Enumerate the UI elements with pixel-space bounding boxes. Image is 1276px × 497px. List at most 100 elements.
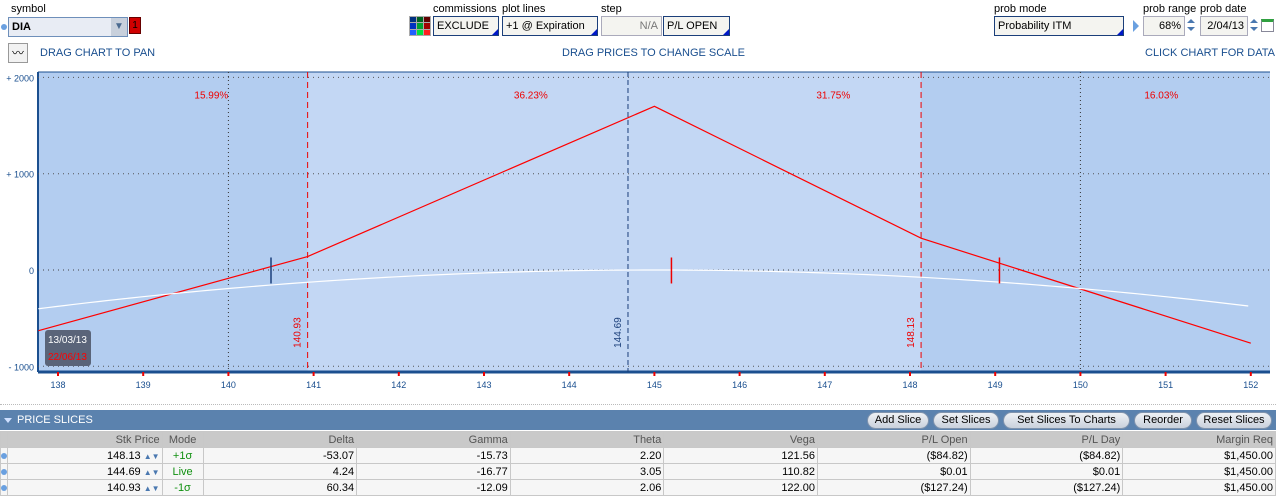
commissions-select[interactable]: EXCLUDE <box>433 16 499 36</box>
set-slices-to-charts-button[interactable]: Set Slices To Charts <box>1003 412 1130 429</box>
x-tick-label: 148 <box>902 380 917 390</box>
table-row[interactable]: 144.69 ▲▼ Live 4.24 -16.77 3.05 110.82 $0.01 $0… <box>0 463 1276 480</box>
play-arrow-icon[interactable] <box>1133 20 1139 32</box>
cell-pl-open: $0.01 <box>816 463 971 480</box>
stk-price-stepper[interactable]: ▲▼ <box>144 468 160 477</box>
cell-delta: -53.07 <box>202 447 358 464</box>
stk-price[interactable]: 144.69 <box>107 466 141 478</box>
add-slice-button[interactable]: Add Slice <box>867 412 929 429</box>
cell-margin-req: $1,450.00 <box>1122 479 1276 496</box>
cell-pl-day: $0.01 <box>969 463 1124 480</box>
price-slices-table: Stk Price Mode Delta Gamma Theta Vega P/… <box>0 431 1276 496</box>
col-stk-price[interactable]: Stk Price <box>7 431 163 448</box>
col-margin-req[interactable]: Margin Req <box>1122 431 1276 448</box>
cell-mode: Live <box>161 463 204 480</box>
cell-pl-open: ($84.82) <box>816 447 971 464</box>
commissions-label: commissions <box>433 3 497 15</box>
col-theta[interactable]: Theta <box>509 431 665 448</box>
x-tick-label: 147 <box>817 380 832 390</box>
calendar-icon[interactable] <box>1261 19 1274 32</box>
plot-lines-select[interactable]: +1 @ Expiration <box>502 16 598 36</box>
data-hint: CLICK CHART FOR DATA <box>1145 47 1275 59</box>
cell-delta: 60.34 <box>202 479 358 496</box>
cell-vega: 110.82 <box>663 463 818 480</box>
x-tick-label: 146 <box>732 380 747 390</box>
cell-margin-req: $1,450.00 <box>1122 463 1276 480</box>
pl-mode-select[interactable]: P/L OPEN <box>663 16 730 36</box>
col-pl-open[interactable]: P/L Open <box>816 431 971 448</box>
stk-price-stepper[interactable]: ▲▼ <box>144 452 160 461</box>
step-label: step <box>601 3 622 15</box>
probability-label: 15.99% <box>194 91 228 102</box>
prob-range-label: prob range <box>1143 3 1197 15</box>
cell-pl-day: ($127.24) <box>969 479 1124 496</box>
probability-label: 36.23% <box>514 91 548 102</box>
x-tick-label: 145 <box>647 380 662 390</box>
collapse-icon[interactable] <box>4 418 12 423</box>
probability-label: 31.75% <box>816 91 850 102</box>
col-gamma[interactable]: Gamma <box>356 431 511 448</box>
symbol-input[interactable]: DIA <box>8 17 128 37</box>
divider <box>0 404 1276 405</box>
stk-price-stepper[interactable]: ▲▼ <box>144 484 160 493</box>
cell-delta: 4.24 <box>202 463 358 480</box>
pl-chart[interactable]: + 2000 + 1000 0 - 1000 138 139 140 141 142 143 144… <box>0 68 1276 403</box>
cell-mode: -1σ <box>161 479 204 496</box>
x-tick-label: 152 <box>1243 380 1258 390</box>
x-tick-label: 151 <box>1158 380 1173 390</box>
prob-range-input[interactable]: 68% <box>1143 16 1185 36</box>
plot-lines-label: plot lines <box>502 3 546 15</box>
cell-gamma: -16.77 <box>356 463 511 480</box>
step-input[interactable]: N/A <box>601 16 662 36</box>
reset-slices-button[interactable]: Reset Slices <box>1196 412 1272 429</box>
prob-range-stepper[interactable] <box>1185 16 1196 36</box>
x-tick-label: 141 <box>306 380 321 390</box>
symbol-dropdown-icon[interactable]: ▼ <box>111 18 127 36</box>
cell-gamma: -12.09 <box>356 479 511 496</box>
prob-date-input[interactable]: 2/04/13 <box>1200 16 1248 36</box>
set-slices-button[interactable]: Set Slices <box>933 412 999 429</box>
cell-pl-day: ($84.82) <box>969 447 1124 464</box>
x-tick-label: 142 <box>391 380 406 390</box>
cell-theta: 2.20 <box>509 447 665 464</box>
chart-type-icon[interactable]: 〰 <box>8 43 28 63</box>
symbol-label: symbol <box>11 3 46 15</box>
stk-price[interactable]: 148.13 <box>107 450 141 462</box>
cell-vega: 121.56 <box>663 447 818 464</box>
date-expiration: 22/06/13 <box>48 352 87 363</box>
row-dot-icon[interactable] <box>1 484 7 491</box>
y-tick-label: 0 <box>29 266 34 276</box>
table-row[interactable]: 140.93 ▲▼ -1σ 60.34 -12.09 2.06 122.00 ($127.2… <box>0 479 1276 496</box>
prob-date-label: prob date <box>1200 3 1247 15</box>
prob-mode-select[interactable]: Probability ITM <box>994 16 1124 36</box>
col-vega[interactable]: Vega <box>663 431 818 448</box>
color-grid-icon[interactable] <box>409 16 431 36</box>
cell-gamma: -15.73 <box>356 447 511 464</box>
symbol-badge[interactable]: 1 <box>129 17 141 34</box>
probability-label: 16.03% <box>1144 91 1178 102</box>
reorder-button[interactable]: Reorder <box>1134 412 1192 429</box>
stk-price[interactable]: 140.93 <box>107 482 141 494</box>
x-tick-label: 140 <box>221 380 236 390</box>
slice-label: 140.93 <box>293 317 304 348</box>
y-tick-label: - 1000 <box>8 362 34 372</box>
y-tick-label: + 2000 <box>6 73 34 83</box>
col-pl-day[interactable]: P/L Day <box>969 431 1124 448</box>
x-tick-label: 138 <box>50 380 65 390</box>
prob-date-stepper[interactable] <box>1248 16 1259 36</box>
link-dot-icon[interactable] <box>1 24 7 30</box>
x-tick-label: 149 <box>988 380 1003 390</box>
x-tick-label: 143 <box>476 380 491 390</box>
x-tick-label: 144 <box>562 380 577 390</box>
table-header-row: Stk Price Mode Delta Gamma Theta Vega P/… <box>0 431 1276 448</box>
row-dot-icon[interactable] <box>1 452 7 459</box>
col-mode[interactable]: Mode <box>161 431 204 448</box>
col-delta[interactable]: Delta <box>202 431 358 448</box>
slice-label: 148.13 <box>906 317 917 348</box>
cell-theta: 2.06 <box>509 479 665 496</box>
row-dot-icon[interactable] <box>1 468 7 475</box>
table-row[interactable]: 148.13 ▲▼ +1σ -53.07 -15.73 2.20 121.56 ($84.8… <box>0 447 1276 464</box>
y-tick-label: + 1000 <box>6 170 34 180</box>
x-tick-label: 139 <box>136 380 151 390</box>
cell-vega: 122.00 <box>663 479 818 496</box>
